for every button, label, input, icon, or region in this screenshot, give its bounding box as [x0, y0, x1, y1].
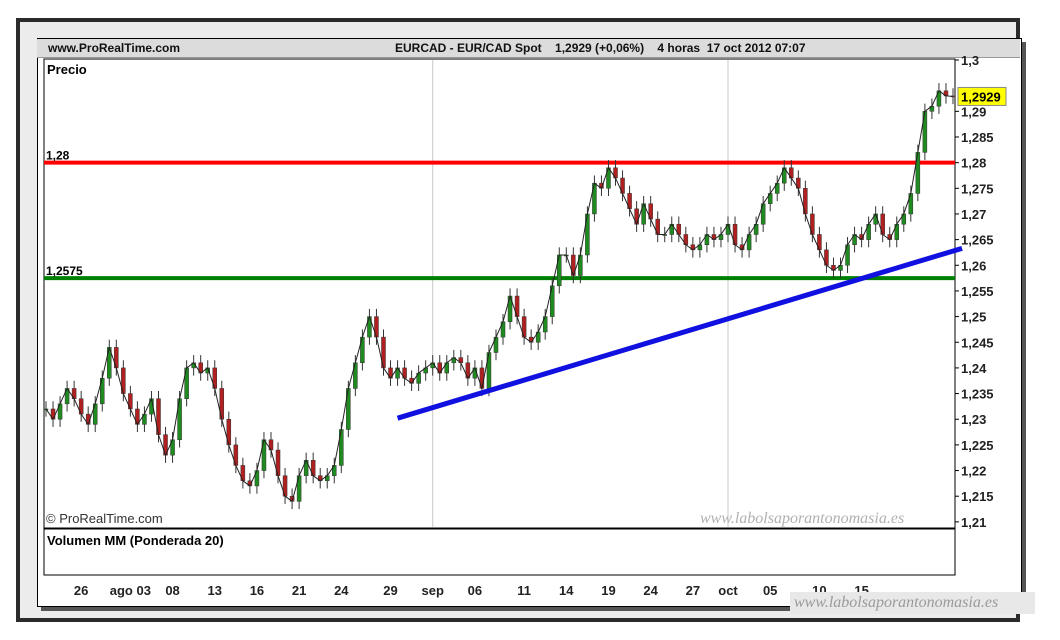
x-tick-label: 16 [250, 583, 264, 598]
y-tick-label: 1,21 [961, 515, 986, 530]
current-price-tag: 1,2929 [957, 86, 1007, 106]
current-price-label: 1,2929 [961, 89, 1001, 104]
x-tick-label: ago 03 [110, 583, 151, 598]
x-tick-label: 06 [468, 583, 482, 598]
y-tick-label: 1,225 [961, 438, 994, 453]
x-tick-label: 24 [334, 583, 349, 598]
y-axis: 1,21 1,215 1,22 1,225 1,23 1,235 1,24 1,245 1,25… [955, 53, 994, 530]
y-tick-label: 1,28 [961, 156, 986, 171]
y-tick-label: 1,27 [961, 207, 986, 222]
x-tick-label: 14 [559, 583, 574, 598]
y-tick-label: 1,26 [961, 258, 986, 273]
x-tick-label: 24 [643, 583, 658, 598]
y-tick-label: 1,275 [961, 181, 994, 196]
y-tick-label: 1,24 [961, 361, 987, 376]
x-tick-label: sep [422, 583, 444, 598]
y-tick-label: 1,245 [961, 335, 994, 350]
x-tick-label: 19 [601, 583, 615, 598]
level-label: 1,28 [46, 149, 70, 163]
x-tick-label: 27 [686, 583, 700, 598]
y-tick-label: 1,25 [961, 310, 986, 325]
x-tick-label: 11 [517, 583, 531, 598]
copyright-label: © ProRealTime.com [46, 511, 163, 526]
y-tick-label: 1,3 [961, 53, 979, 68]
watermark-banner: www.labolsaporantonomasia.es [790, 592, 1035, 614]
y-tick-label: 1,235 [961, 387, 994, 402]
y-tick-label: 1,23 [961, 412, 986, 427]
x-axis: 26 ago 03 08 13 16 21 24 29 sep 06 11 14 19 24 27 oct 05… [74, 583, 869, 598]
x-tick-label: 05 [763, 583, 777, 598]
volume-panel-title: Volumen MM (Ponderada 20) [47, 533, 224, 548]
y-tick-label: 1,255 [961, 284, 994, 299]
x-tick-label: oct [718, 583, 738, 598]
x-tick-label: 29 [383, 583, 397, 598]
x-tick-label: 13 [208, 583, 222, 598]
y-tick-label: 1,265 [961, 233, 994, 248]
y-tick-label: 1,29 [961, 104, 986, 119]
y-tick-label: 1,22 [961, 464, 986, 479]
y-tick-label: 1,215 [961, 489, 994, 504]
x-tick-label: 26 [74, 583, 88, 598]
chart-svg: Precio 1,28 1,2575 1,21 1,215 1,22 1,225 1,23… [43, 53, 1007, 598]
level-label: 1,2575 [46, 264, 83, 278]
x-tick-label: 21 [292, 583, 306, 598]
x-tick-label: 08 [165, 583, 179, 598]
watermark-overlay: www.labolsaporantonomasia.es [700, 510, 905, 527]
y-tick-label: 1,285 [961, 130, 994, 145]
price-panel-title: Precio [47, 62, 87, 77]
